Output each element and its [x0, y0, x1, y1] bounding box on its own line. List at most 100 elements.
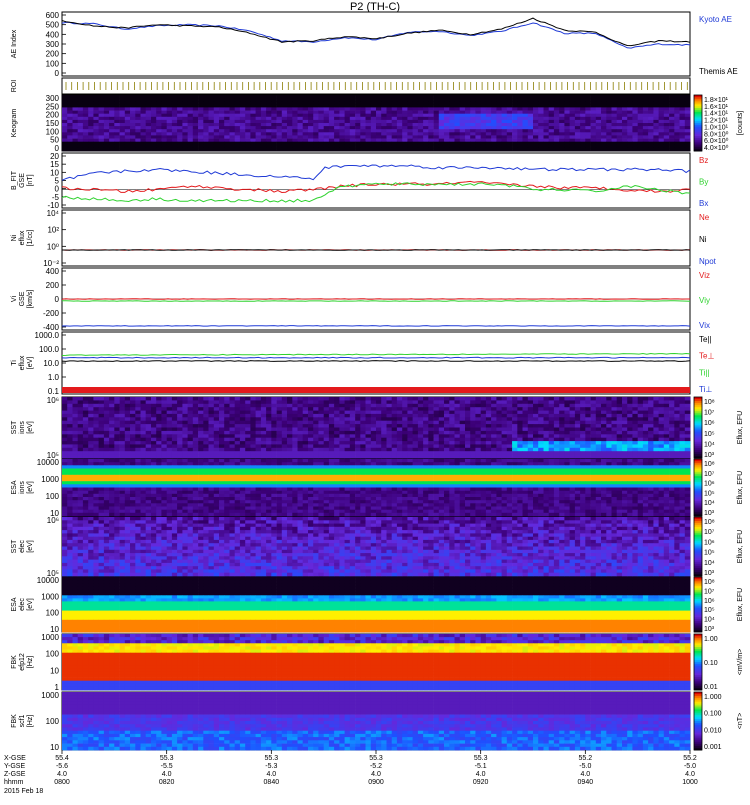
heatmap-cell	[360, 444, 366, 448]
heatmap-cell	[156, 129, 162, 133]
heatmap-cell	[648, 438, 654, 442]
heatmap-cell	[292, 95, 298, 99]
heatmap-cell	[78, 441, 84, 445]
heatmap-cell	[643, 397, 649, 401]
heatmap-cell	[402, 145, 408, 149]
heatmap-cell	[680, 448, 686, 452]
heatmap-cell	[109, 114, 115, 118]
heatmap-cell	[533, 120, 539, 124]
heatmap-cell	[67, 111, 73, 115]
heatmap-cell	[659, 431, 665, 435]
heatmap-cell	[287, 465, 293, 469]
heatmap-cell	[266, 123, 272, 127]
heatmap-cell	[449, 448, 455, 452]
legend-entry: Themis AE	[699, 67, 738, 76]
heatmap-cell	[366, 441, 372, 445]
heatmap-cell	[182, 465, 188, 469]
heatmap-cell	[371, 434, 377, 438]
heatmap-cell	[533, 411, 539, 415]
heatmap-cell	[376, 424, 382, 428]
heatmap-cell	[612, 397, 618, 401]
heatmap-cell	[533, 428, 539, 432]
heatmap-cell	[507, 142, 513, 146]
heatmap-cell	[308, 462, 314, 466]
heatmap-cell	[240, 400, 246, 404]
heatmap-cell	[298, 95, 304, 99]
heatmap-cell	[318, 148, 324, 152]
heatmap-cell	[120, 431, 126, 435]
heatmap-cell	[235, 400, 241, 404]
heatmap-cell	[67, 132, 73, 136]
heatmap-cell	[161, 428, 167, 432]
heatmap-cell	[324, 428, 330, 432]
heatmap-cell	[559, 414, 565, 418]
heatmap-cell	[130, 145, 136, 149]
heatmap-cell	[271, 424, 277, 428]
heatmap-cell	[627, 129, 633, 133]
heatmap-cell	[570, 407, 576, 411]
heatmap-cell	[627, 459, 633, 463]
heatmap-cell	[418, 104, 424, 108]
heatmap-cell	[250, 126, 256, 130]
heatmap-cell	[114, 132, 120, 136]
heatmap-cell	[345, 417, 351, 421]
heatmap-cell	[580, 98, 586, 102]
heatmap-cell	[538, 400, 544, 404]
heatmap-cell	[298, 407, 304, 411]
heatmap-cell	[371, 414, 377, 418]
heatmap-cell	[93, 101, 99, 105]
heatmap-cell	[287, 417, 293, 421]
heatmap-cell	[104, 455, 110, 459]
heatmap-cell	[580, 129, 586, 133]
heatmap-cell	[146, 148, 152, 152]
heatmap-cell	[329, 126, 335, 130]
heatmap-cell	[151, 98, 157, 102]
heatmap-cell	[167, 400, 173, 404]
heatmap-cell	[376, 145, 382, 149]
heatmap-cell	[245, 139, 251, 143]
heatmap-cell	[591, 455, 597, 459]
heatmap-cell	[198, 129, 204, 133]
heatmap-cell	[580, 104, 586, 108]
heatmap-cell	[512, 126, 518, 130]
heatmap-cell	[240, 444, 246, 448]
heatmap-cell	[161, 145, 167, 149]
heatmap-cell	[648, 424, 654, 428]
heatmap-cell	[643, 139, 649, 143]
heatmap-cell	[434, 120, 440, 124]
heatmap-cell	[423, 120, 429, 124]
heatmap-cell	[617, 135, 623, 139]
heatmap-cell	[413, 142, 419, 146]
heatmap-cell	[146, 462, 152, 466]
heatmap-cell	[167, 421, 173, 425]
heatmap-cell	[549, 148, 555, 152]
heatmap-cell	[617, 117, 623, 121]
y-tick-label: 0	[55, 295, 60, 304]
heatmap-cell	[502, 465, 508, 469]
heatmap-cell	[585, 438, 591, 442]
heatmap-cell	[73, 465, 79, 469]
heatmap-cell	[73, 400, 79, 404]
heatmap-cell	[591, 397, 597, 401]
heatmap-cell	[313, 126, 319, 130]
heatmap-cell	[329, 139, 335, 143]
heatmap-cell	[434, 459, 440, 463]
heatmap-cell	[146, 139, 152, 143]
heatmap-cell	[230, 462, 236, 466]
heatmap-cell	[318, 397, 324, 401]
heatmap-cell	[88, 451, 94, 455]
heatmap-cell	[298, 129, 304, 133]
heatmap-cell	[250, 120, 256, 124]
heatmap-cell	[486, 120, 492, 124]
heatmap-cell	[282, 441, 288, 445]
heatmap-cell	[544, 424, 550, 428]
heatmap-cell	[224, 148, 230, 152]
heatmap-cell	[135, 107, 141, 111]
heatmap-cell	[245, 424, 251, 428]
heatmap-cell	[470, 421, 476, 425]
heatmap-cell	[371, 139, 377, 143]
heatmap-cell	[83, 424, 89, 428]
heatmap-cell	[544, 441, 550, 445]
heatmap-cell	[99, 400, 105, 404]
heatmap-cell	[161, 98, 167, 102]
